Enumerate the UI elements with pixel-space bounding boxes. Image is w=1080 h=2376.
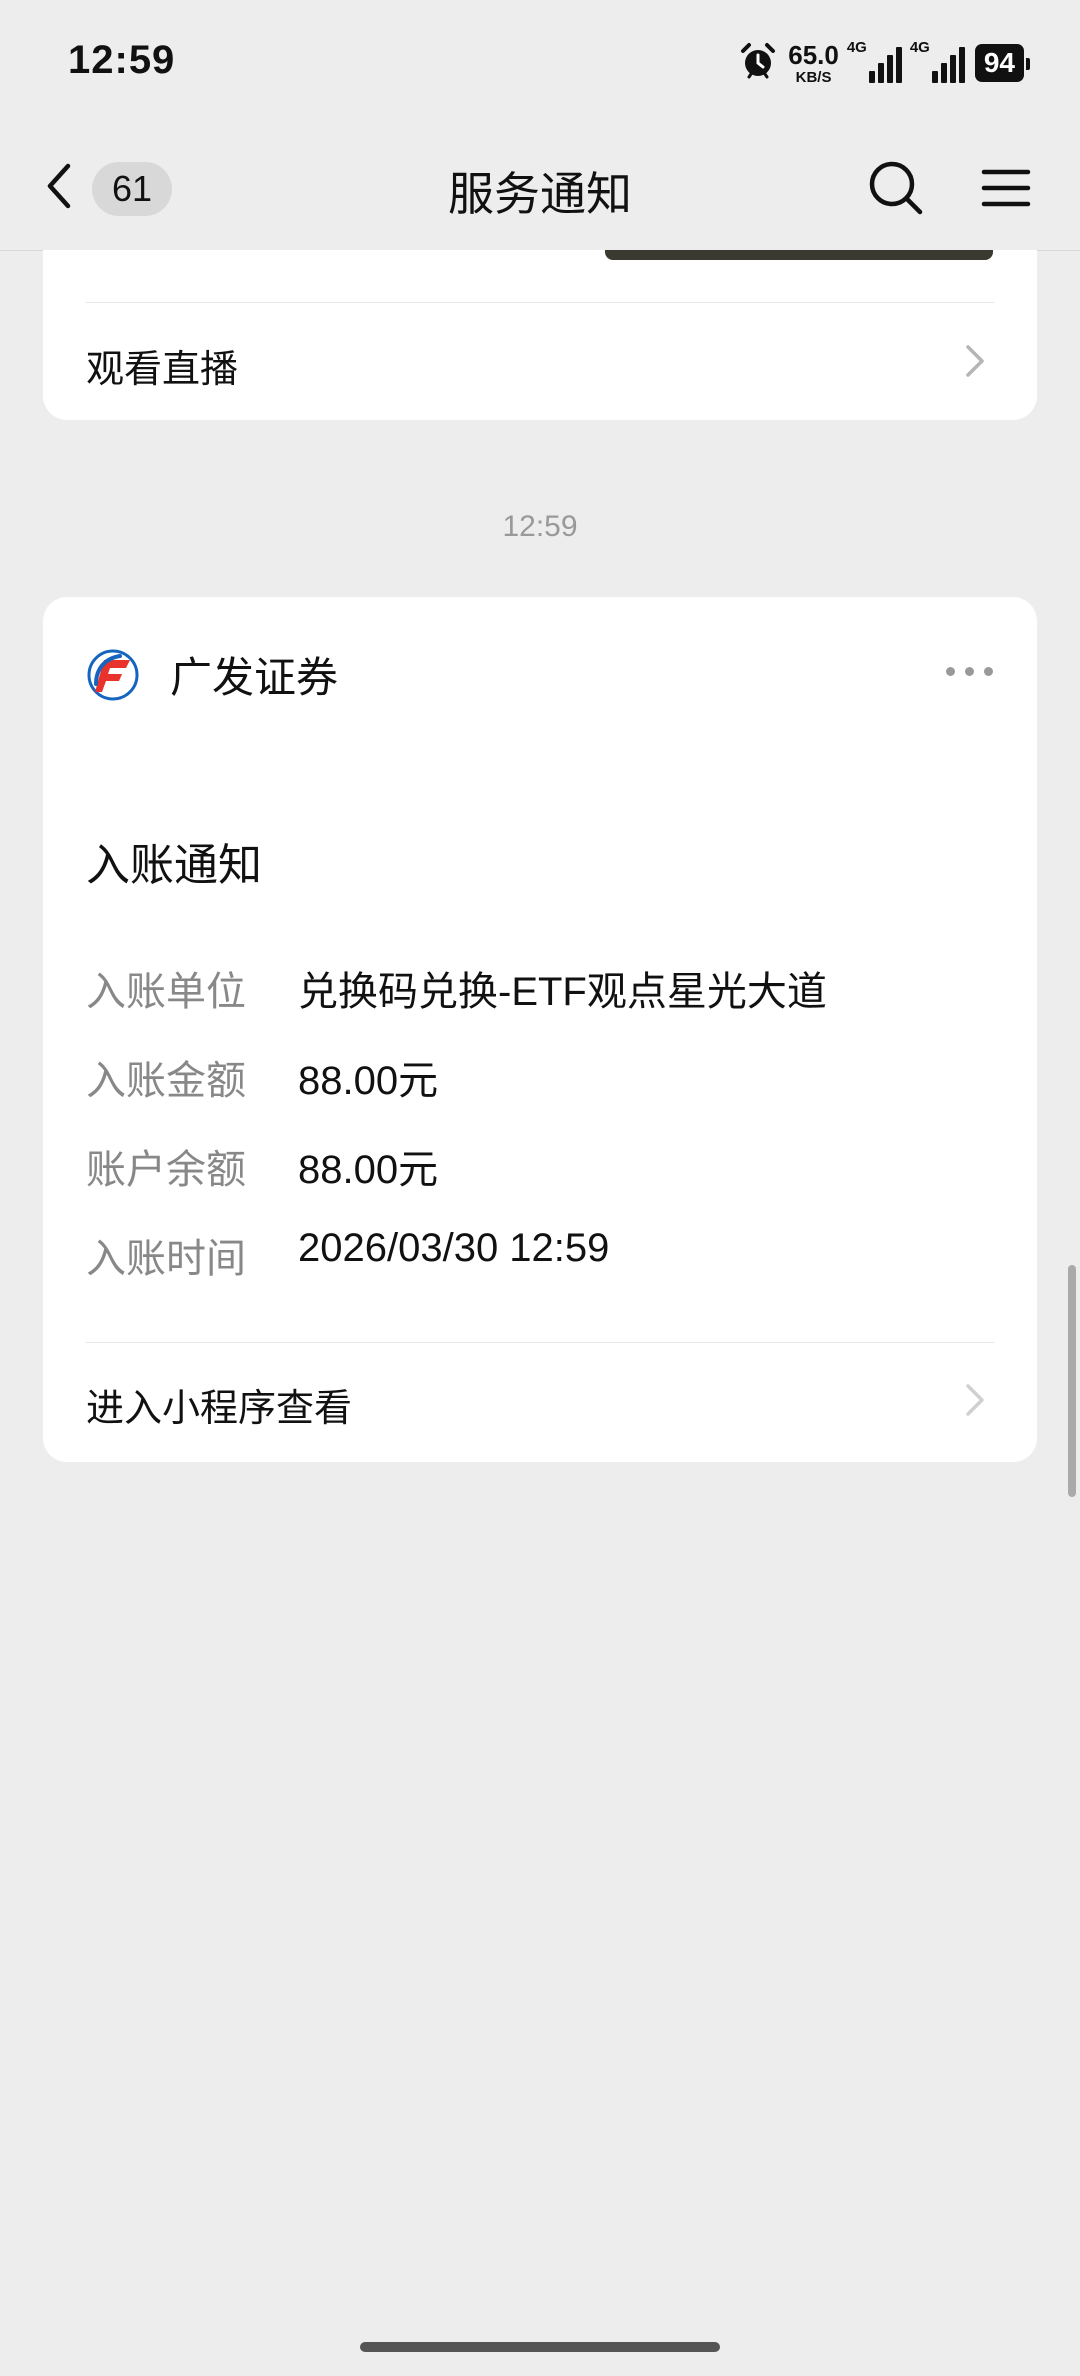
chevron-right-icon bbox=[954, 341, 994, 391]
network-type-label-2: 4G bbox=[909, 39, 930, 56]
field-row: 入账金额 88.00元 bbox=[86, 1048, 994, 1106]
field-value: 88.00元 bbox=[298, 1148, 439, 1192]
network-speed-value: 65.0 bbox=[788, 39, 839, 70]
video-thumbnail bbox=[605, 250, 993, 260]
status-icons: 65.0 KB/S 4G 4G 94 bbox=[738, 38, 1031, 88]
card-header: 广发证券 bbox=[86, 644, 338, 705]
field-label: 入账金额 bbox=[86, 1059, 246, 1103]
notice-title: 入账通知 bbox=[86, 841, 262, 890]
search-icon[interactable] bbox=[866, 158, 926, 218]
watch-live-link[interactable]: 观看直播 bbox=[86, 338, 994, 393]
battery-level: 94 bbox=[983, 47, 1015, 78]
network-type-label: 4G bbox=[846, 39, 867, 56]
signal-icon: 4G bbox=[847, 39, 902, 83]
signal-icon-2: 4G bbox=[910, 39, 965, 83]
chevron-right-icon bbox=[954, 1380, 994, 1430]
open-mini-program-label: 进入小程序查看 bbox=[86, 1388, 353, 1430]
alarm-icon bbox=[738, 41, 778, 86]
field-value: 兑换码兑换-ETF观点星光大道 bbox=[298, 970, 827, 1014]
home-indicator[interactable] bbox=[360, 2342, 720, 2352]
field-value: 2026/03/30 12:59 bbox=[298, 1226, 610, 1270]
notification-card[interactable]: 广发证券 入账通知 入账单位 兑换码兑换-ETF观点星光大道 入账金额 88.0… bbox=[43, 597, 1037, 1462]
open-mini-program-link[interactable]: 进入小程序查看 bbox=[86, 1377, 994, 1432]
scrollbar[interactable] bbox=[1068, 1265, 1076, 1497]
watch-live-label: 观看直播 bbox=[86, 349, 239, 391]
message-timestamp: 12:59 bbox=[502, 510, 578, 543]
provider-name: 广发证券 bbox=[170, 654, 339, 701]
divider bbox=[86, 302, 994, 303]
previous-notification-card: 观看直播 bbox=[43, 250, 1037, 420]
gf-securities-logo bbox=[86, 648, 140, 702]
menu-icon[interactable] bbox=[976, 158, 1036, 218]
field-label: 入账时间 bbox=[86, 1237, 246, 1281]
status-time: 12:59 bbox=[68, 38, 176, 82]
network-speed-unit: KB/S bbox=[795, 68, 832, 86]
network-speed: 65.0 KB/S bbox=[788, 42, 839, 85]
divider bbox=[86, 1342, 994, 1343]
field-label: 账户余额 bbox=[86, 1148, 246, 1192]
battery-icon: 94 bbox=[974, 44, 1031, 82]
field-label: 入账单位 bbox=[86, 970, 246, 1014]
field-row: 账户余额 88.00元 bbox=[86, 1137, 994, 1195]
more-options-icon[interactable] bbox=[946, 667, 993, 676]
status-bar: 12:59 65.0 KB/S 4G 4G 94 bbox=[0, 0, 1080, 128]
navigation-bar: 61 服务通知 bbox=[0, 128, 1080, 251]
field-row: 入账单位 兑换码兑换-ETF观点星光大道 bbox=[86, 959, 994, 1017]
field-value: 88.00元 bbox=[298, 1059, 439, 1103]
field-row: 入账时间 2026/03/30 12:59 bbox=[86, 1226, 994, 1284]
